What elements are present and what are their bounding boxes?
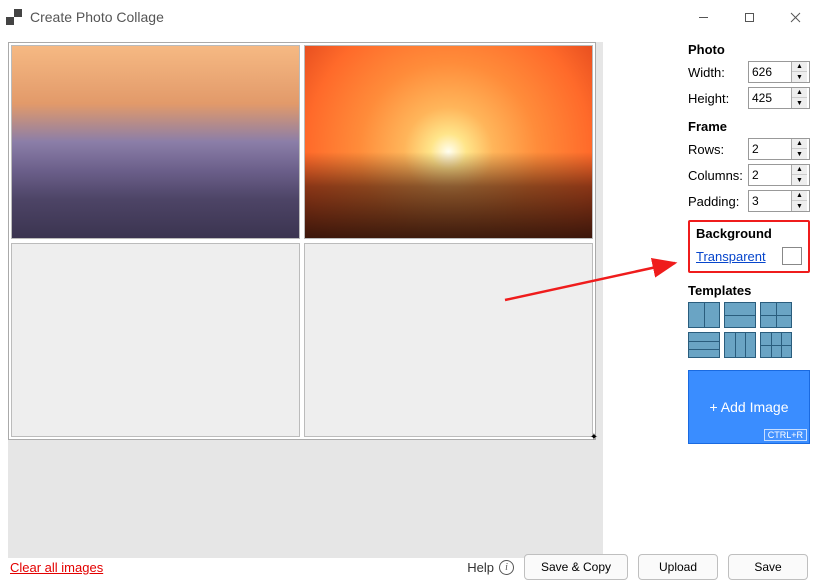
footer: Clear all images Help i Save & Copy Uplo… bbox=[0, 548, 818, 586]
padding-input[interactable] bbox=[749, 191, 791, 211]
padding-down-icon[interactable]: ▼ bbox=[792, 201, 807, 211]
add-image-label: + Add Image bbox=[709, 399, 788, 415]
add-image-shortcut: CTRL+R bbox=[764, 429, 807, 441]
background-section-title: Background bbox=[696, 226, 802, 241]
template-2x3[interactable] bbox=[760, 332, 792, 358]
width-down-icon[interactable]: ▼ bbox=[792, 72, 807, 82]
template-1x2[interactable] bbox=[688, 302, 720, 328]
canvas-background: ✦ bbox=[8, 42, 603, 558]
template-2x1[interactable] bbox=[724, 302, 756, 328]
rows-up-icon[interactable]: ▲ bbox=[792, 139, 807, 149]
window-title: Create Photo Collage bbox=[30, 9, 164, 25]
padding-up-icon[interactable]: ▲ bbox=[792, 191, 807, 201]
sidebar: Photo Width: ▲▼ Height: ▲▼ Frame Rows: ▲… bbox=[680, 34, 818, 540]
collage-cell-0-0[interactable] bbox=[11, 45, 300, 239]
template-1x3[interactable] bbox=[724, 332, 756, 358]
close-button[interactable] bbox=[772, 2, 818, 32]
templates-section-title: Templates bbox=[688, 283, 810, 298]
background-color-swatch[interactable] bbox=[782, 247, 802, 265]
collage-cell-1-1[interactable] bbox=[304, 243, 593, 437]
resize-handle-icon[interactable]: ✦ bbox=[589, 433, 599, 443]
collage-frame[interactable]: ✦ bbox=[8, 42, 596, 440]
save-button[interactable]: Save bbox=[728, 554, 808, 580]
padding-stepper[interactable]: ▲▼ bbox=[748, 190, 810, 212]
width-label: Width: bbox=[688, 65, 748, 80]
rows-input[interactable] bbox=[749, 139, 791, 159]
width-input[interactable] bbox=[749, 62, 791, 82]
app-icon bbox=[6, 9, 22, 25]
canvas-area: ✦ bbox=[0, 34, 680, 540]
template-2x2[interactable] bbox=[760, 302, 792, 328]
add-image-button[interactable]: + Add Image CTRL+R bbox=[688, 370, 810, 444]
help-link[interactable]: Help i bbox=[467, 560, 514, 575]
width-stepper[interactable]: ▲▼ bbox=[748, 61, 810, 83]
save-copy-button[interactable]: Save & Copy bbox=[524, 554, 628, 580]
maximize-button[interactable] bbox=[726, 2, 772, 32]
background-section-highlight: Background Transparent bbox=[688, 220, 810, 273]
rows-stepper[interactable]: ▲▼ bbox=[748, 138, 810, 160]
collage-cell-1-0[interactable] bbox=[11, 243, 300, 437]
height-stepper[interactable]: ▲▼ bbox=[748, 87, 810, 109]
columns-up-icon[interactable]: ▲ bbox=[792, 165, 807, 175]
padding-label: Padding: bbox=[688, 194, 748, 209]
minimize-button[interactable] bbox=[680, 2, 726, 32]
columns-stepper[interactable]: ▲▼ bbox=[748, 164, 810, 186]
clear-all-link[interactable]: Clear all images bbox=[10, 560, 103, 575]
height-up-icon[interactable]: ▲ bbox=[792, 88, 807, 98]
height-input[interactable] bbox=[749, 88, 791, 108]
height-down-icon[interactable]: ▼ bbox=[792, 98, 807, 108]
rows-label: Rows: bbox=[688, 142, 748, 157]
width-up-icon[interactable]: ▲ bbox=[792, 62, 807, 72]
transparent-link[interactable]: Transparent bbox=[696, 249, 766, 264]
columns-down-icon[interactable]: ▼ bbox=[792, 175, 807, 185]
height-label: Height: bbox=[688, 91, 748, 106]
columns-label: Columns: bbox=[688, 168, 748, 183]
titlebar: Create Photo Collage bbox=[0, 0, 818, 34]
upload-button[interactable]: Upload bbox=[638, 554, 718, 580]
help-label: Help bbox=[467, 560, 494, 575]
window-buttons bbox=[680, 2, 818, 32]
info-icon: i bbox=[499, 560, 514, 575]
template-3x1[interactable] bbox=[688, 332, 720, 358]
frame-section-title: Frame bbox=[688, 119, 810, 134]
photo-section-title: Photo bbox=[688, 42, 810, 57]
collage-cell-0-1[interactable] bbox=[304, 45, 593, 239]
rows-down-icon[interactable]: ▼ bbox=[792, 149, 807, 159]
columns-input[interactable] bbox=[749, 165, 791, 185]
templates-section: Templates bbox=[688, 283, 810, 358]
